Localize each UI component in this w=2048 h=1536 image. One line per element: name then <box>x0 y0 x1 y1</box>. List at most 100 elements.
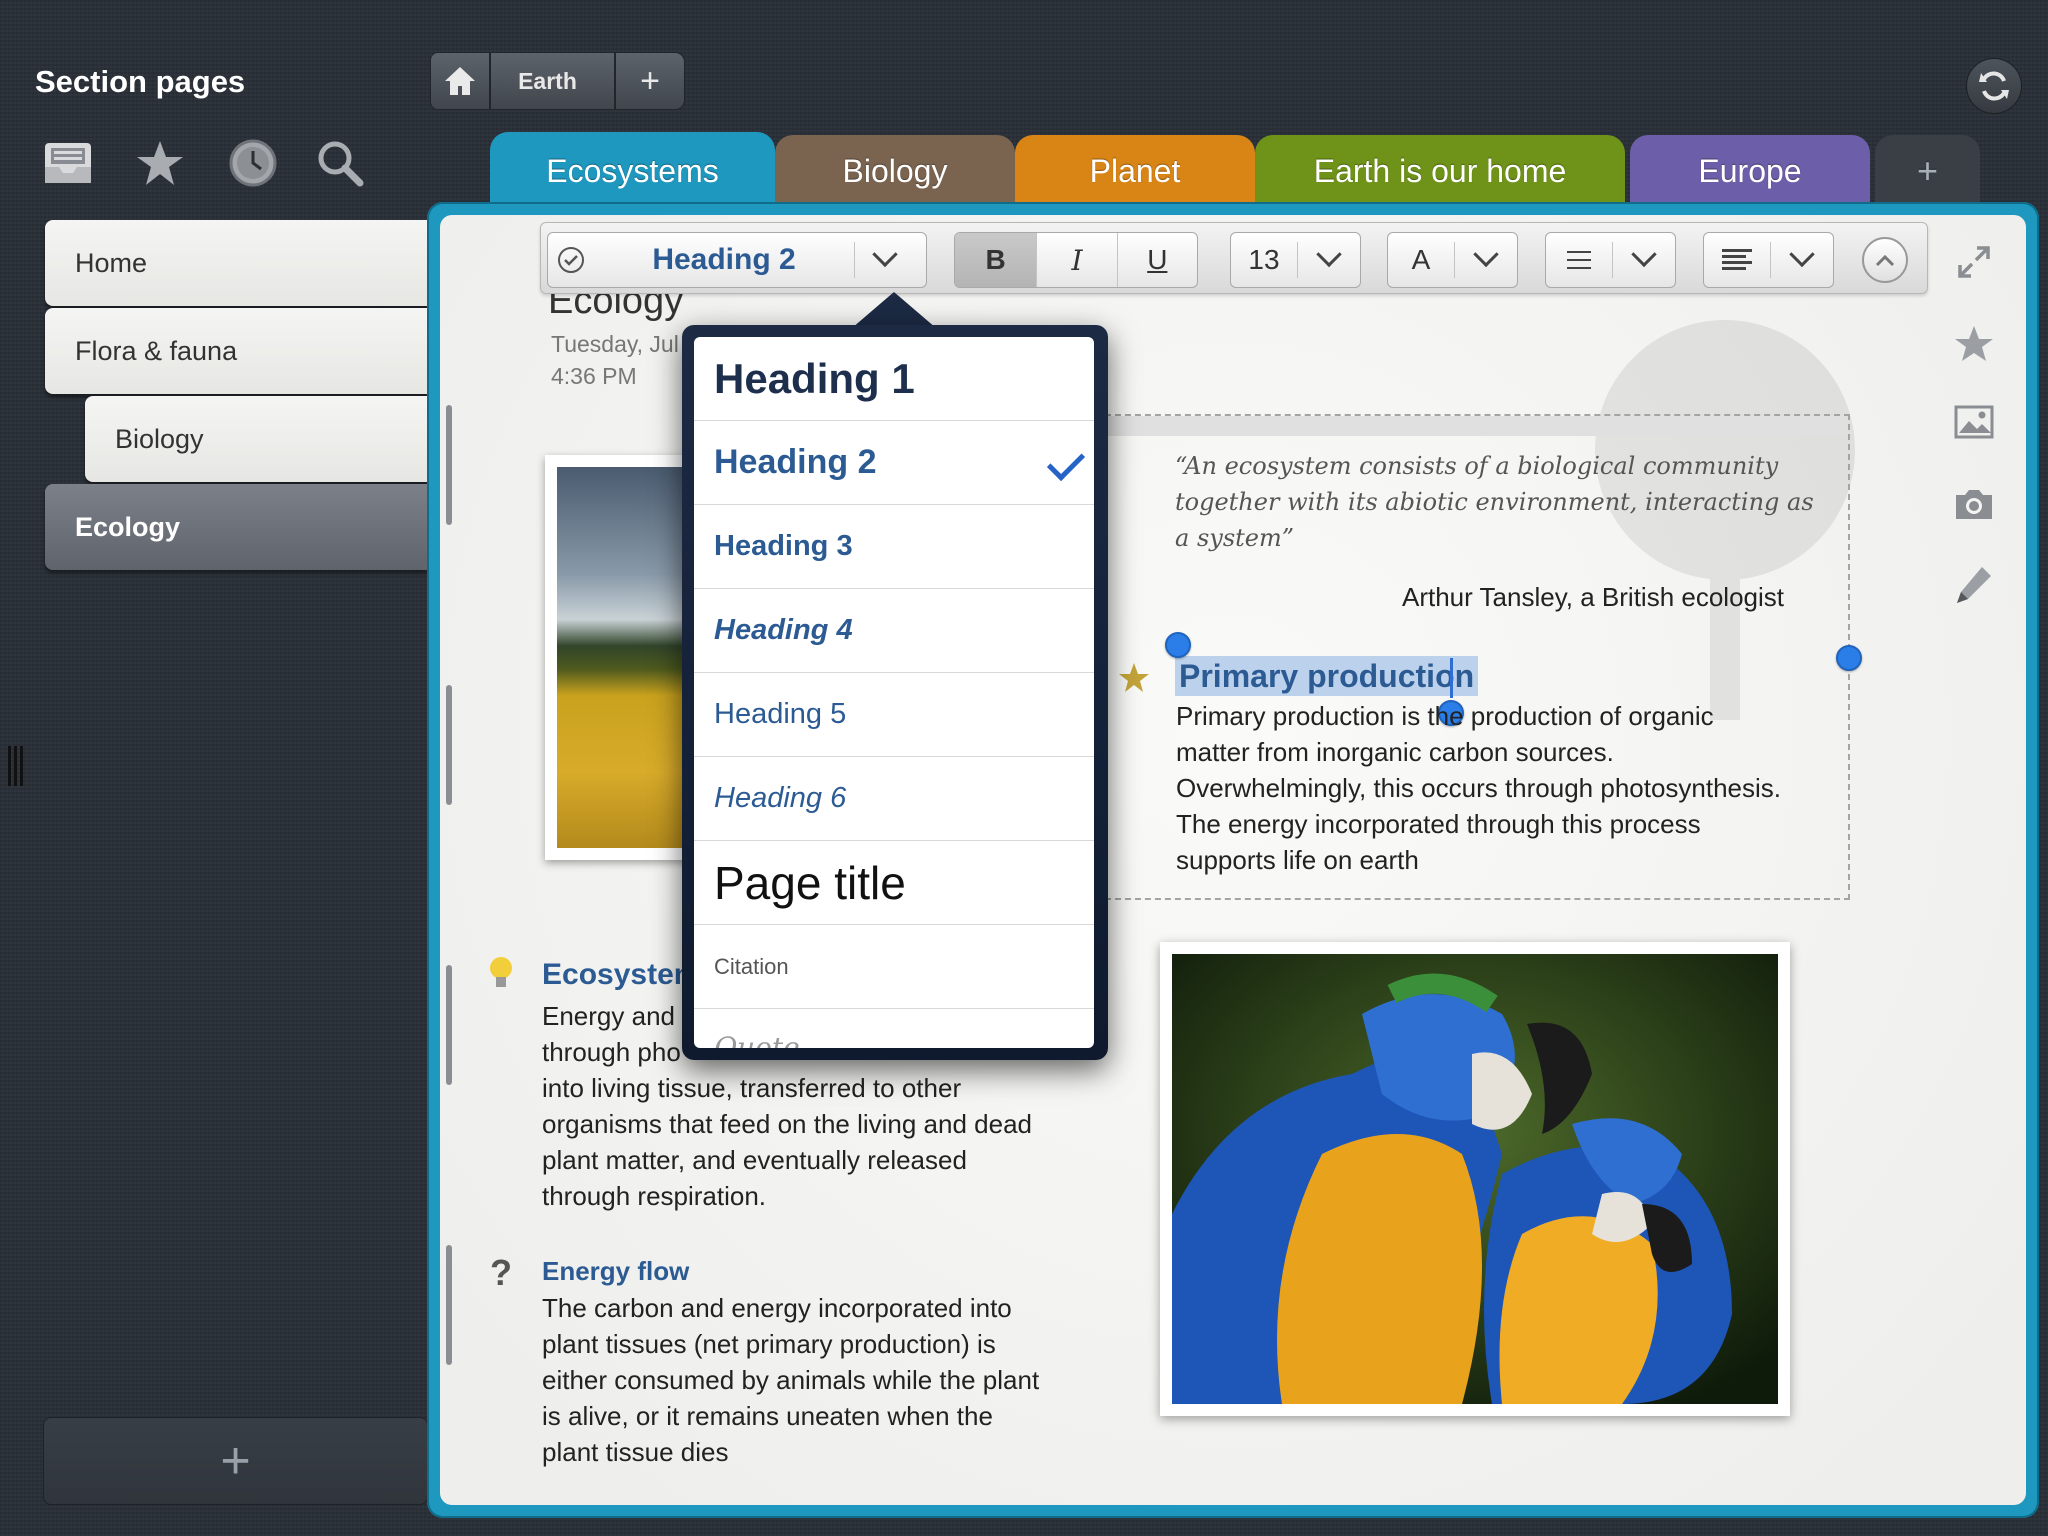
image-icon[interactable] <box>1950 398 1998 446</box>
ecosystem-body-line: into living tissue, transferred to other <box>542 1073 962 1103</box>
favorite-star-icon[interactable] <box>1950 320 1998 368</box>
chevron-down-icon <box>1298 233 1360 287</box>
popover-arrow <box>852 292 936 328</box>
ecosystem-body-line: through respiration. <box>542 1181 767 1211</box>
style-option-label: Citation <box>714 953 789 979</box>
binder-ring <box>446 405 452 525</box>
style-dropdown[interactable]: Heading 2 <box>547 232 927 288</box>
tab-ecosystems[interactable]: Ecosystems <box>490 132 775 210</box>
font-color-dropdown[interactable]: A <box>1387 232 1518 288</box>
tab-biology[interactable]: Biology <box>775 135 1015 207</box>
search-icon[interactable] <box>312 135 368 191</box>
style-option-heading-1[interactable]: Heading 1 <box>694 337 1094 421</box>
energy-flow-heading[interactable]: Energy flow <box>542 1256 689 1287</box>
list-dropdown[interactable] <box>1545 232 1676 288</box>
style-option-label: Heading 2 <box>714 443 877 481</box>
resize-handle-top-left[interactable] <box>1165 632 1191 658</box>
add-tab-button[interactable]: + <box>1875 135 1980 207</box>
font-color-value: A <box>1411 244 1431 275</box>
page-item-label: Flora & fauna <box>75 336 238 366</box>
selected-heading[interactable]: Primary production <box>1175 656 1479 696</box>
text-caret <box>1450 658 1453 698</box>
quote-author[interactable]: Arthur Tansley, a British ecologist <box>1402 582 1784 613</box>
style-option-label: Heading 4 <box>714 614 853 646</box>
collapse-toolbar-button[interactable] <box>1862 237 1908 283</box>
add-notebook-button[interactable]: + <box>615 52 685 110</box>
style-option-heading-3[interactable]: Heading 3 <box>694 505 1094 589</box>
expand-icon[interactable] <box>1950 238 1998 286</box>
style-option-label: Heading 1 <box>714 354 915 402</box>
chevron-down-icon <box>1613 233 1675 287</box>
breadcrumb: Earth + <box>430 52 685 110</box>
parrot-image <box>1172 954 1778 1404</box>
page-item-label: Biology <box>115 424 204 454</box>
italic-button[interactable]: I <box>1037 233 1116 287</box>
font-size-value: 13 <box>1248 244 1280 275</box>
binder-ring <box>446 965 452 1085</box>
tab-europe[interactable]: Europe <box>1630 135 1870 207</box>
page-item-home[interactable]: Home <box>45 220 428 306</box>
align-dropdown[interactable] <box>1703 232 1834 288</box>
text-format-group: B I U <box>954 232 1198 288</box>
tab-earth-is-our-home[interactable]: Earth is our home <box>1255 135 1625 207</box>
home-button[interactable] <box>430 52 490 110</box>
energy-flow-body-line: The carbon and energy incorporated into <box>542 1293 1012 1323</box>
camera-icon[interactable] <box>1950 480 1998 528</box>
page-time: 4:36 PM <box>551 363 637 389</box>
star-icon[interactable] <box>132 135 188 191</box>
font-size-dropdown[interactable]: 13 <box>1230 232 1361 288</box>
home-icon <box>445 67 475 95</box>
style-option-label: Page title <box>714 856 906 909</box>
style-option-quote[interactable]: Quote <box>694 1009 1094 1048</box>
binder-ring <box>446 685 452 805</box>
format-toolbar: Heading 2 B I U 13 A <box>540 222 1928 294</box>
pencil-icon[interactable] <box>1950 562 1998 610</box>
quote-text[interactable]: “An ecosystem consists of a biological c… <box>1175 448 1815 556</box>
underline-button[interactable]: U <box>1118 233 1197 287</box>
resize-handle-right[interactable] <box>1836 645 1862 671</box>
landscape-image <box>557 467 683 848</box>
ecosystem-body-line: organisms that feed on the living and de… <box>542 1109 1033 1139</box>
sync-icon <box>1979 71 2009 101</box>
star-marker-icon <box>1119 663 1149 692</box>
inbox-icon[interactable] <box>40 135 96 191</box>
tab-planet[interactable]: Planet <box>1015 135 1255 207</box>
style-option-heading-6[interactable]: Heading 6 <box>694 757 1094 841</box>
lightbulb-icon <box>490 957 512 987</box>
sidebar-resize-handle[interactable] <box>8 746 28 786</box>
style-dropdown-value: Heading 2 <box>652 243 796 276</box>
binder-ring <box>446 1245 452 1365</box>
page-item-label: Ecology <box>75 512 181 542</box>
clock-icon[interactable] <box>225 135 281 191</box>
style-option-heading-4[interactable]: Heading 4 <box>694 589 1094 673</box>
question-icon: ? <box>490 1252 512 1293</box>
style-menu-popover: Heading 1 Heading 2 Heading 3 Heading 4 … <box>682 325 1108 1060</box>
page-item-ecology[interactable]: Ecology <box>45 484 428 570</box>
style-option-page-title[interactable]: Page title <box>694 841 1094 925</box>
add-page-button[interactable]: + <box>43 1417 428 1505</box>
energy-flow-body[interactable]: The carbon and energy incorporated into … <box>542 1290 1102 1470</box>
style-option-citation[interactable]: Citation <box>694 925 1094 1009</box>
style-option-label: Quote <box>714 1031 800 1048</box>
chevron-down-icon <box>855 233 915 287</box>
sidebar-title: Section pages <box>35 64 246 99</box>
energy-flow-body-line: plant tissues (net primary production) i… <box>542 1329 996 1359</box>
ecosystem-body-line: plant matter, and eventually released <box>542 1145 967 1175</box>
style-option-heading-2[interactable]: Heading 2 <box>694 421 1094 505</box>
style-option-label: Heading 5 <box>714 698 847 730</box>
primary-production-body[interactable]: Primary production is the production of … <box>1176 698 1786 878</box>
style-option-heading-5[interactable]: Heading 5 <box>694 673 1094 757</box>
sync-button[interactable] <box>1966 58 2022 114</box>
parrot-photo[interactable] <box>1160 942 1790 1416</box>
ecosystem-heading[interactable]: Ecosystem <box>542 958 700 992</box>
bold-button[interactable]: B <box>955 233 1037 287</box>
page-date-day: Tuesday, Jul <box>551 331 679 357</box>
check-circle-icon <box>548 233 594 287</box>
landscape-photo[interactable] <box>545 455 695 860</box>
style-option-label: Heading 3 <box>714 530 853 562</box>
page-item-flora-fauna[interactable]: Flora & fauna <box>45 308 428 394</box>
breadcrumb-item[interactable]: Earth <box>490 52 615 110</box>
page-item-biology[interactable]: Biology <box>85 396 428 482</box>
chevron-up-icon <box>1875 254 1895 267</box>
style-menu-list: Heading 1 Heading 2 Heading 3 Heading 4 … <box>694 337 1094 1048</box>
